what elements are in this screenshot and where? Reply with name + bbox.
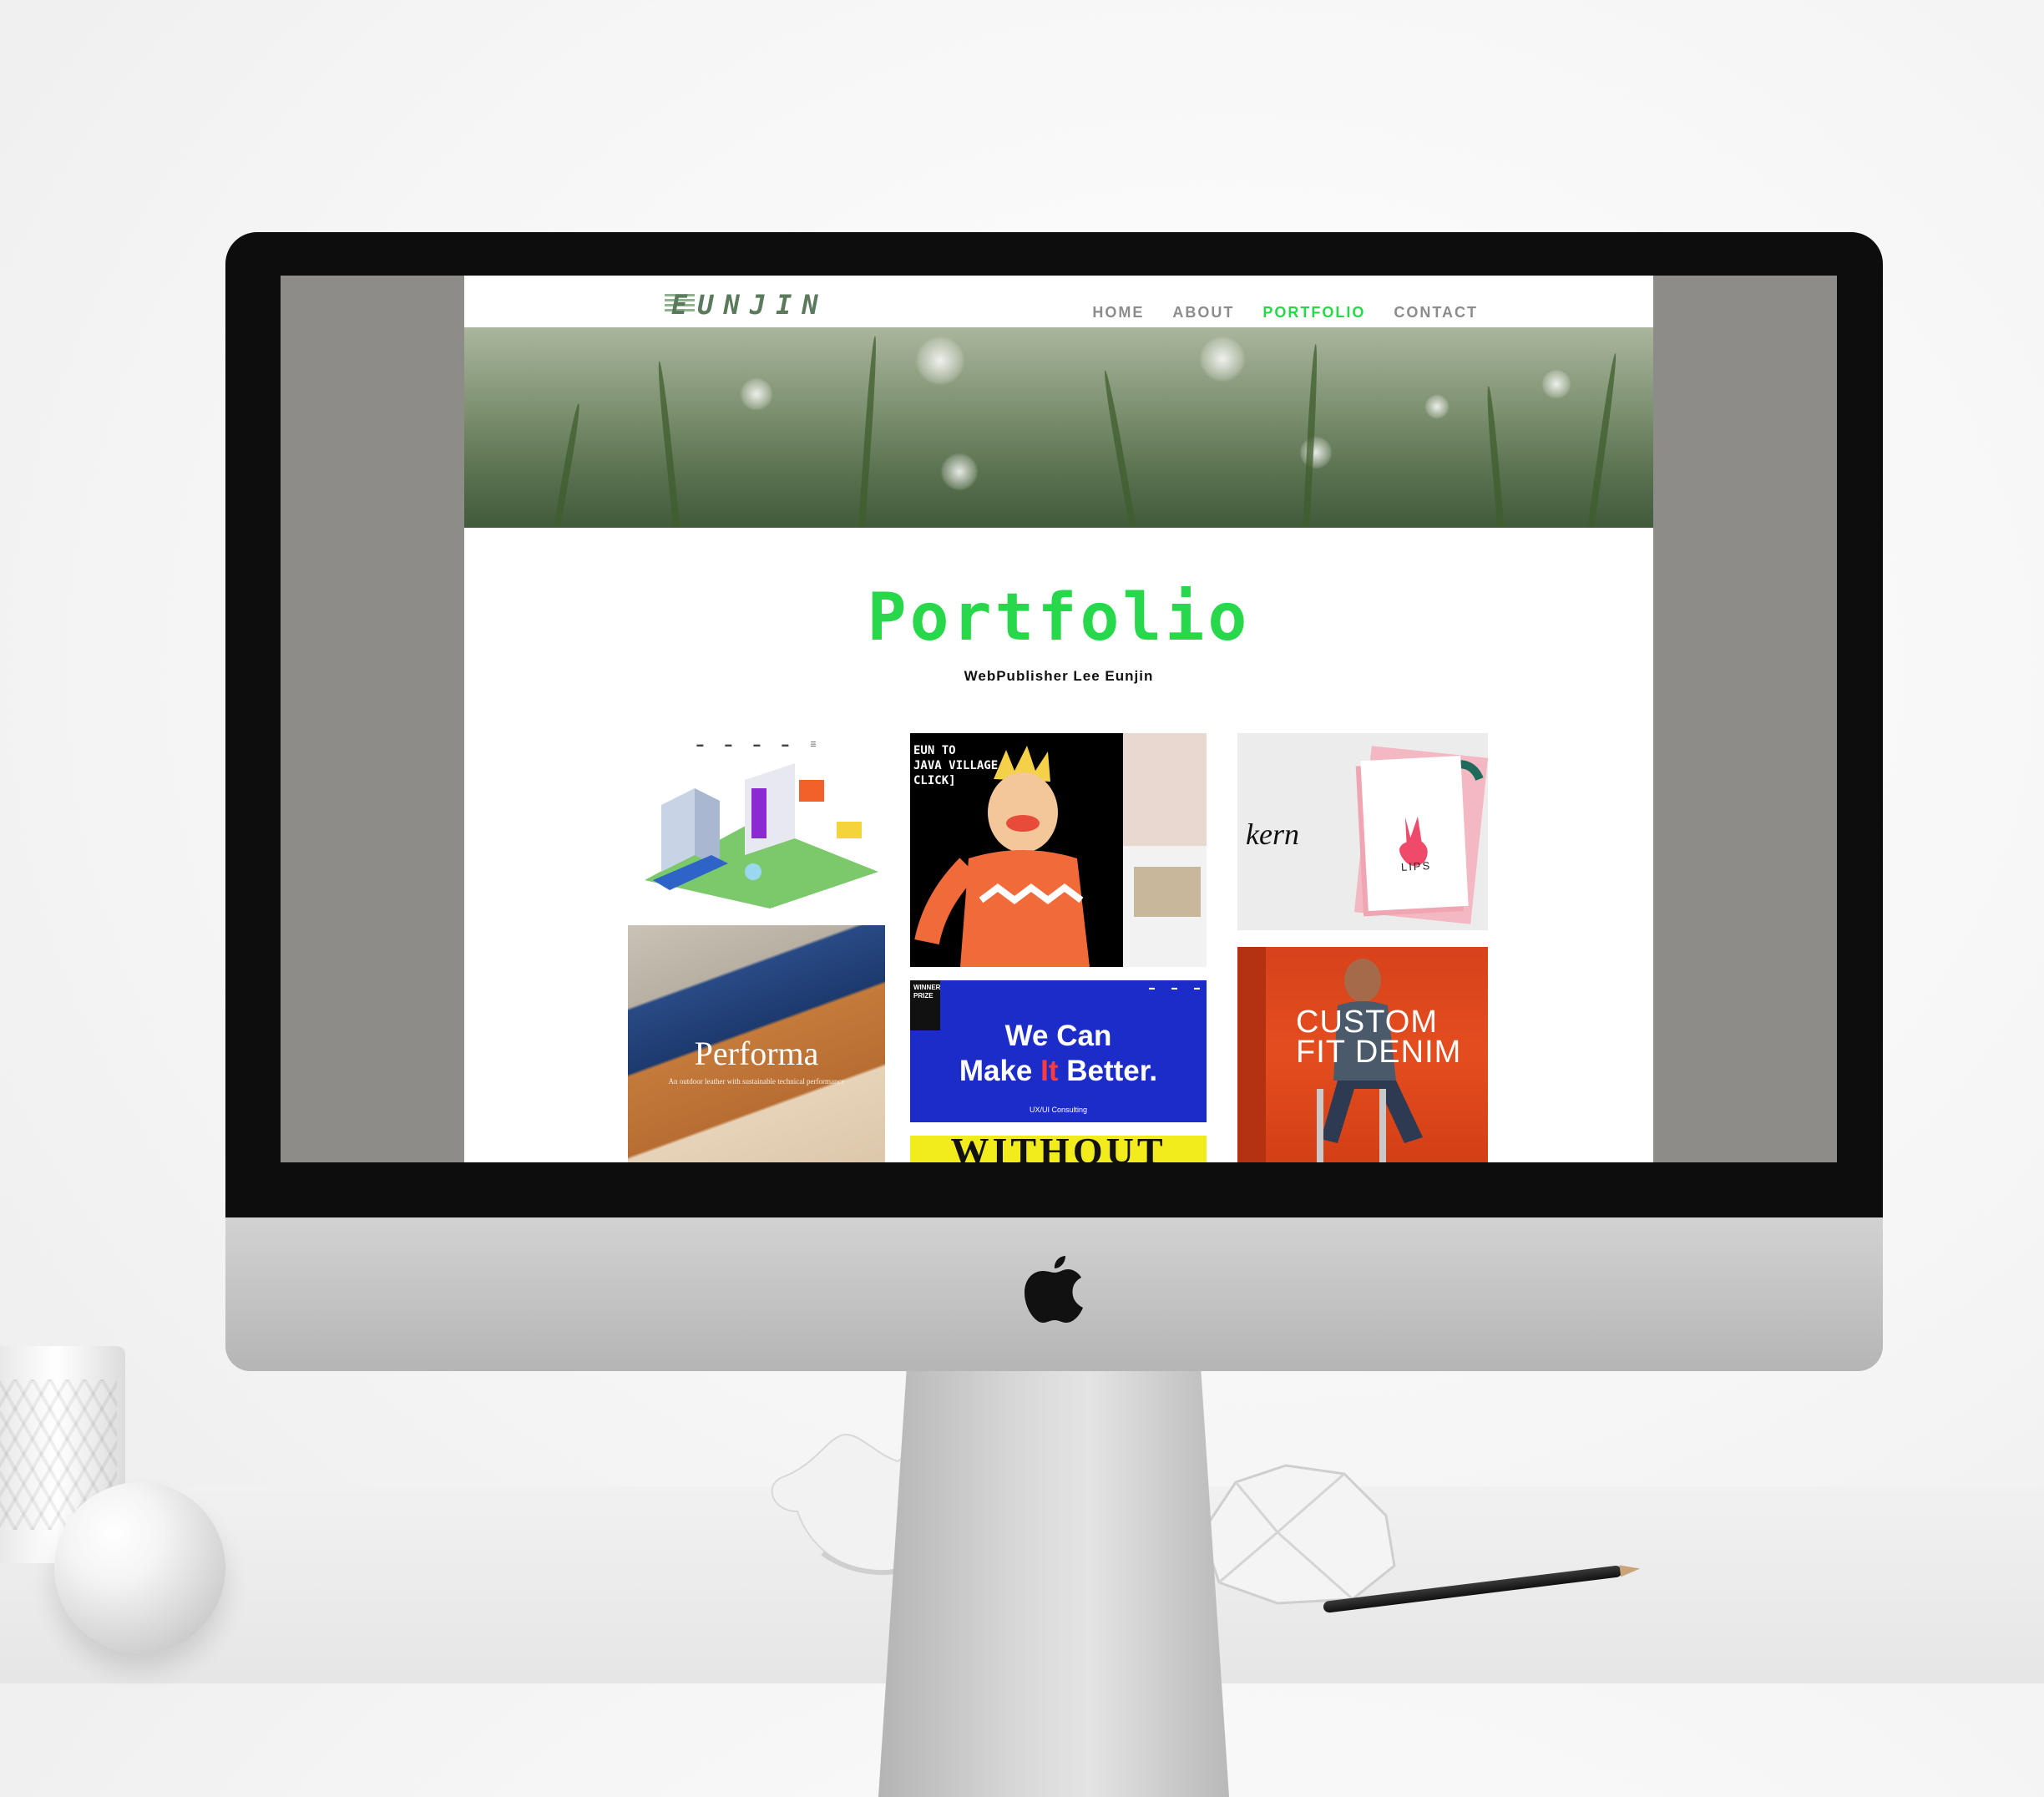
rabbit-icon [1399,816,1428,866]
main-nav: HOME ABOUT PORTFOLIO CONTACT [1092,304,1478,321]
website-page: EUNJIN HOME ABOUT PORTFOLIO CONTACT Port… [464,276,1653,1162]
imac-mockup: EUNJIN HOME ABOUT PORTFOLIO CONTACT Port… [225,232,1883,1797]
portfolio-item-wecan[interactable]: WINNER PRIZE ▬ ▬ ▬ We Can Make It Better. … [910,980,1207,1122]
portfolio-item-city[interactable]: ▬ ▬ ▬ ▬ ☰ [628,733,885,909]
character-illustration [914,733,1207,967]
isometric-city-illustration [645,763,878,909]
nav-portfolio[interactable]: PORTFOLIO [1262,304,1365,321]
site-logo[interactable]: EUNJIN [665,289,880,321]
imac-stand [878,1371,1229,1797]
hero-grass-banner [464,327,1653,528]
crumpled-paper [1201,1464,1396,1605]
page-title: Portfolio [867,580,1251,656]
performa-tagline: An outdoor leather with sustainable tech… [668,1077,845,1086]
screen-bezel: EUNJIN HOME ABOUT PORTFOLIO CONTACT Port… [225,232,1883,1217]
lips-card: LIPS [1360,755,1469,912]
hamburger-menu-icon: ☰ [810,740,817,748]
glass-ball [54,1482,225,1653]
wecan-headline: We Can Make It Better. [959,1020,1158,1087]
portfolio-item-character[interactable]: EUN TO JAVA VILLAGE CLICK] [910,733,1207,967]
portfolio-item-performa[interactable]: Performa An outdoor leather with sustain… [628,925,885,1162]
site-header: EUNJIN HOME ABOUT PORTFOLIO CONTACT [464,276,1653,327]
portfolio-item-kern[interactable]: kern LIPS [1237,733,1488,930]
nav-about[interactable]: ABOUT [1172,304,1234,321]
nav-home[interactable]: HOME [1092,304,1144,321]
performa-title: Performa [694,1035,819,1072]
denim-headline: CUSTOM FIT DENIM [1296,1005,1462,1070]
screen: EUNJIN HOME ABOUT PORTFOLIO CONTACT Port… [281,276,1837,1162]
portfolio-item-denim[interactable]: CUSTOM FIT DENIM [1237,947,1488,1162]
nav-contact[interactable]: CONTACT [1394,304,1478,321]
wecan-caption: UX/UI Consulting [1029,1106,1088,1114]
apple-logo-icon [1025,1256,1083,1323]
city-mini-nav: ▬ ▬ ▬ ▬ ☰ [696,740,817,748]
logo-text: EUNJIN [671,289,828,321]
wecan-mini-nav: ▬ ▬ ▬ [1149,985,1200,991]
without-headline: WITHOUT [950,1136,1166,1162]
page-subtitle: WebPublisher Lee Eunjin [964,668,1154,684]
portfolio-item-without[interactable]: WITHOUT [910,1136,1207,1162]
imac-chin [225,1217,1883,1371]
kern-brand: kern [1246,818,1299,851]
